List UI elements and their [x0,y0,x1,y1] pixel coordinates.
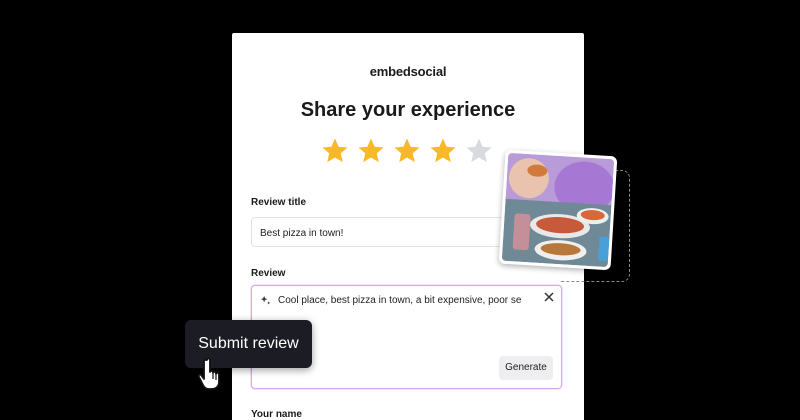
star-icon[interactable] [392,136,422,166]
page-title: Share your experience [300,99,516,121]
star-rating[interactable] [320,136,494,166]
review-title-label: Review title [251,197,307,208]
star-icon[interactable] [356,136,386,166]
review-label: Review [251,268,286,279]
star-icon[interactable] [428,136,458,166]
close-icon[interactable] [543,291,555,303]
generate-button[interactable]: Generate [499,356,553,380]
review-text: Cool place, best pizza in town, a bit ex… [278,295,522,306]
food-photo [498,149,618,271]
star-icon[interactable] [320,136,350,166]
embedsocial-logo: embedsocial [369,64,447,79]
star-icon[interactable] [464,136,494,166]
food-photo-image [501,152,615,268]
your-name-label: Your name [251,409,302,420]
hand-pointer-icon [197,357,220,390]
sparkle-icon [260,295,271,305]
